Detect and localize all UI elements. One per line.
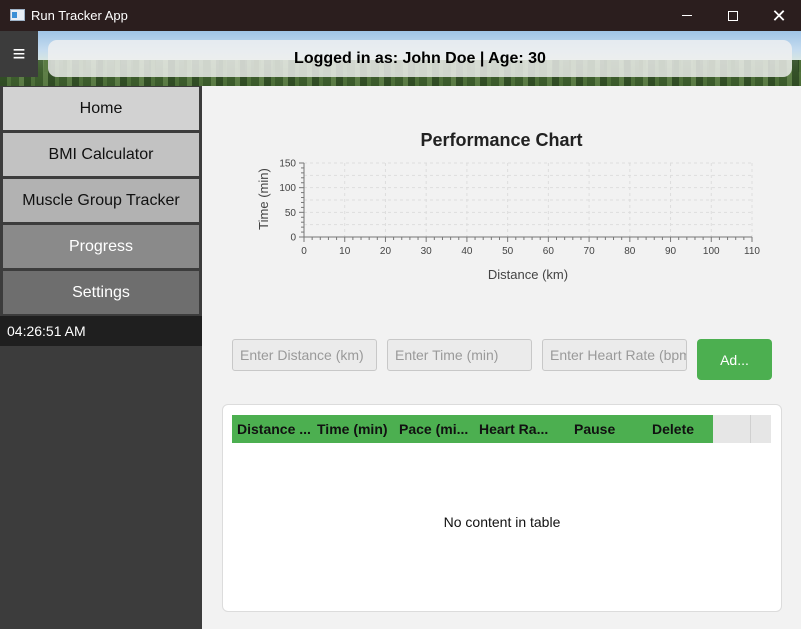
sidebar-item-settings[interactable]: Settings <box>3 271 199 314</box>
login-status-text: Logged in as: John Doe | Age: 30 <box>294 49 546 67</box>
column-header-time[interactable]: Time (min) <box>317 415 393 443</box>
table-header: Distance ... Time (min) Pace (mi... Hear… <box>232 415 713 443</box>
hamburger-icon: ≡ <box>12 41 26 66</box>
minimize-icon <box>682 15 692 16</box>
x-tick-label: 50 <box>502 246 514 257</box>
y-tick-label: 50 <box>285 208 297 219</box>
column-header-distance[interactable]: Distance ... <box>237 415 311 443</box>
chart-title: Performance Chart <box>420 130 583 150</box>
x-tick-label: 80 <box>624 246 636 257</box>
column-header-heart-rate[interactable]: Heart Ra... <box>479 415 555 443</box>
x-tick-label: 70 <box>584 246 596 257</box>
x-tick-label: 110 <box>744 246 760 257</box>
app-icon <box>10 9 25 21</box>
column-header-delete[interactable]: Delete <box>652 415 702 443</box>
login-status: Logged in as: John Doe | Age: 30 <box>48 40 792 77</box>
y-tick-label: 100 <box>279 183 296 194</box>
x-tick-label: 20 <box>380 246 392 257</box>
window-title: Run Tracker App <box>31 8 128 23</box>
chart-axes: 0 10 20 30 40 50 60 70 80 90 100 110 0 50 100 150 <box>279 159 760 258</box>
x-axis-label: Distance (km) <box>488 267 568 282</box>
x-tick-label: 30 <box>421 246 433 257</box>
y-axis-label: Time (min) <box>256 168 271 230</box>
performance-chart: 0 10 20 30 40 50 60 70 80 90 100 110 0 50 100 150 Dista… <box>256 159 760 283</box>
column-header-pause[interactable]: Pause <box>574 415 624 443</box>
heart-rate-input[interactable] <box>542 339 687 371</box>
y-tick-label: 150 <box>279 159 296 170</box>
distance-input[interactable] <box>232 339 377 371</box>
clock: 04:26:51 AM <box>0 316 202 346</box>
table-header-filler <box>713 415 771 443</box>
add-run-button[interactable]: Ad... <box>697 339 772 380</box>
column-header-pace[interactable]: Pace (mi... <box>399 415 471 443</box>
x-tick-label: 90 <box>665 246 677 257</box>
x-tick-label: 10 <box>339 246 351 257</box>
y-tick-label: 0 <box>290 233 296 244</box>
sidebar: Home BMI Calculator Muscle Group Tracker… <box>0 86 202 629</box>
hamburger-menu-button[interactable]: ≡ <box>0 31 38 77</box>
sidebar-item-muscle-group-tracker[interactable]: Muscle Group Tracker <box>3 179 199 222</box>
time-input[interactable] <box>387 339 532 371</box>
x-tick-label: 100 <box>703 246 720 257</box>
maximize-icon <box>728 10 738 21</box>
close-button[interactable]: ✕ <box>756 0 801 31</box>
x-tick-label: 0 <box>301 246 307 257</box>
sidebar-item-home[interactable]: Home <box>3 87 199 130</box>
close-icon: ✕ <box>771 5 787 26</box>
table-empty-message: No content in table <box>443 514 561 530</box>
maximize-button[interactable] <box>710 0 756 31</box>
minimize-button[interactable] <box>664 0 710 31</box>
chart-grid <box>303 162 753 238</box>
x-tick-label: 60 <box>543 246 555 257</box>
title-bar: Run Tracker App ✕ <box>0 0 801 31</box>
x-tick-label: 40 <box>461 246 473 257</box>
sidebar-item-progress[interactable]: Progress <box>3 225 199 268</box>
sidebar-item-bmi-calculator[interactable]: BMI Calculator <box>3 133 199 176</box>
